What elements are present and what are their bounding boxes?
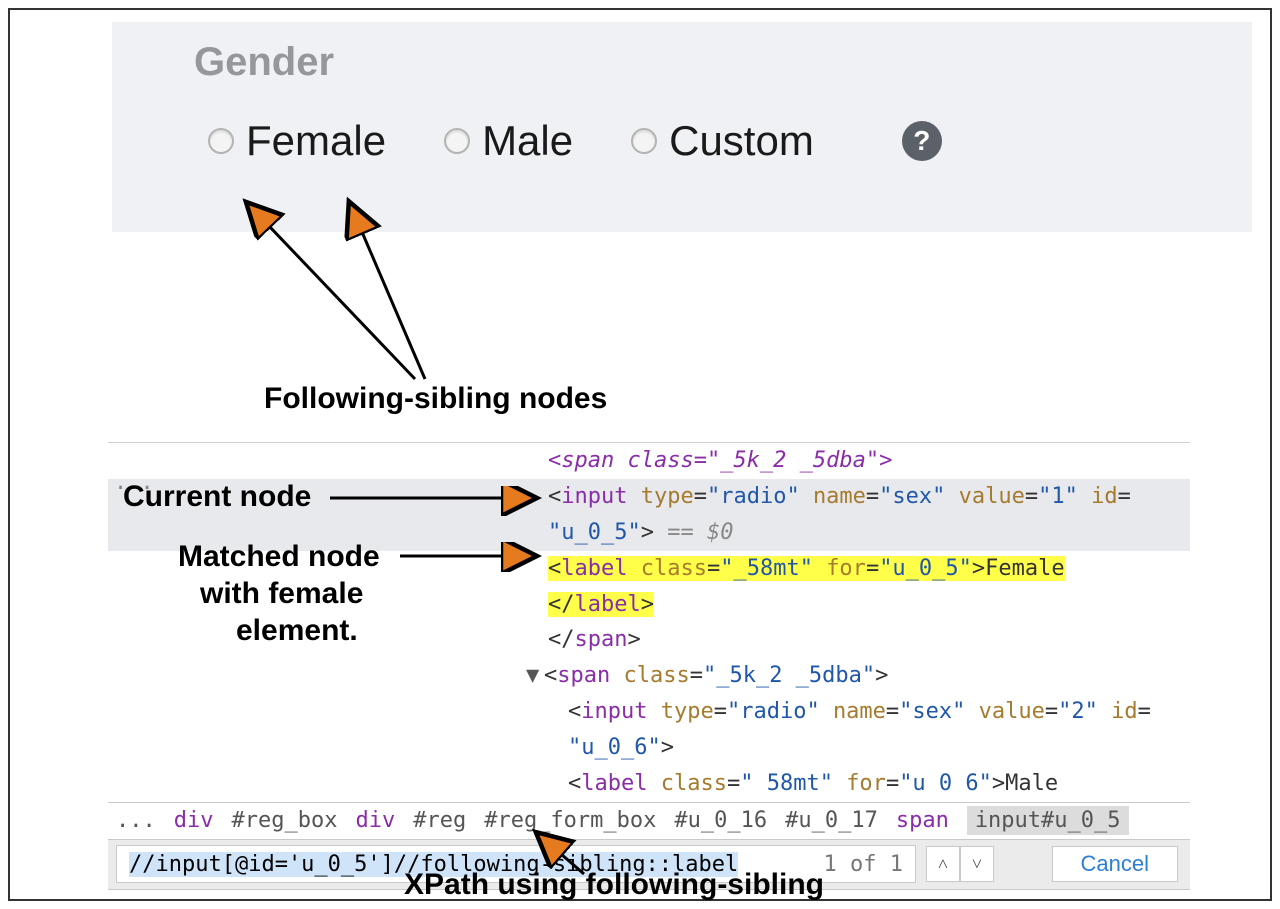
radio-icon[interactable] <box>631 128 657 154</box>
code-line-input-male[interactable]: <input type="radio" name="sex" value="2"… <box>108 694 1190 730</box>
gender-title: Gender <box>194 40 1252 85</box>
code-line-label-male[interactable]: <label class=" 58mt" for="u 0 6">Male <box>108 766 1190 802</box>
arrow-current-node <box>328 486 548 516</box>
crumb[interactable]: #reg_box <box>232 808 338 833</box>
annotation-matched-node-3: element. <box>236 614 358 648</box>
annotation-current-node: Current node <box>123 480 311 514</box>
annotation-following-sibling: Following-sibling nodes <box>264 382 607 416</box>
crumb[interactable]: div <box>355 808 395 833</box>
crumb[interactable]: div <box>174 808 214 833</box>
crumb[interactable]: #u_0_17 <box>785 808 878 833</box>
crumb[interactable]: ... <box>116 808 156 833</box>
chevron-down-icon: ˅ <box>972 854 982 875</box>
crumb-selected[interactable]: input#u_0_5 <box>967 806 1129 835</box>
radio-label-custom[interactable]: Custom <box>669 117 814 165</box>
code-line-truncated[interactable]: <span class="_5k_2 _5dba"> <box>108 443 1190 479</box>
disclosure-triangle-icon: ▼ <box>526 660 544 692</box>
code-line-span2[interactable]: ▼<span class="_5k_2 _5dba"> <box>108 658 1190 694</box>
radio-group-male[interactable]: Male <box>444 117 573 165</box>
radio-group-custom[interactable]: Custom <box>631 117 814 165</box>
search-nav: ˄ ˅ <box>926 846 994 882</box>
radio-group-female[interactable]: Female <box>208 117 386 165</box>
arrow-matched-node <box>398 542 548 572</box>
code-line-input-male-2[interactable]: "u_0_6"> <box>108 730 1190 766</box>
help-icon[interactable]: ? <box>902 121 942 161</box>
crumb[interactable]: #u_0_16 <box>674 808 767 833</box>
diagram-frame: Gender Female Male Custom ? Follo <box>8 8 1272 901</box>
arrow-xpath <box>524 828 644 878</box>
crumb[interactable]: span <box>896 808 949 833</box>
annotation-matched-node-2: with female <box>200 577 363 611</box>
search-count: 1 of 1 <box>824 852 903 877</box>
radio-icon[interactable] <box>444 128 470 154</box>
gender-radio-row: Female Male Custom ? <box>208 117 1252 165</box>
search-cancel-button[interactable]: Cancel <box>1052 846 1178 882</box>
search-prev-button[interactable]: ˄ <box>926 846 960 882</box>
radio-icon[interactable] <box>208 128 234 154</box>
elements-breadcrumb[interactable]: ... div #reg_box div #reg #reg_form_box … <box>108 802 1190 840</box>
annotation-matched-node-1: Matched node <box>178 540 380 574</box>
chevron-up-icon: ˄ <box>938 854 948 875</box>
radio-label-female[interactable]: Female <box>246 117 386 165</box>
crumb[interactable]: #reg <box>413 808 466 833</box>
search-next-button[interactable]: ˅ <box>960 846 994 882</box>
arrow-following-sibling <box>200 194 560 389</box>
radio-label-male[interactable]: Male <box>482 117 573 165</box>
